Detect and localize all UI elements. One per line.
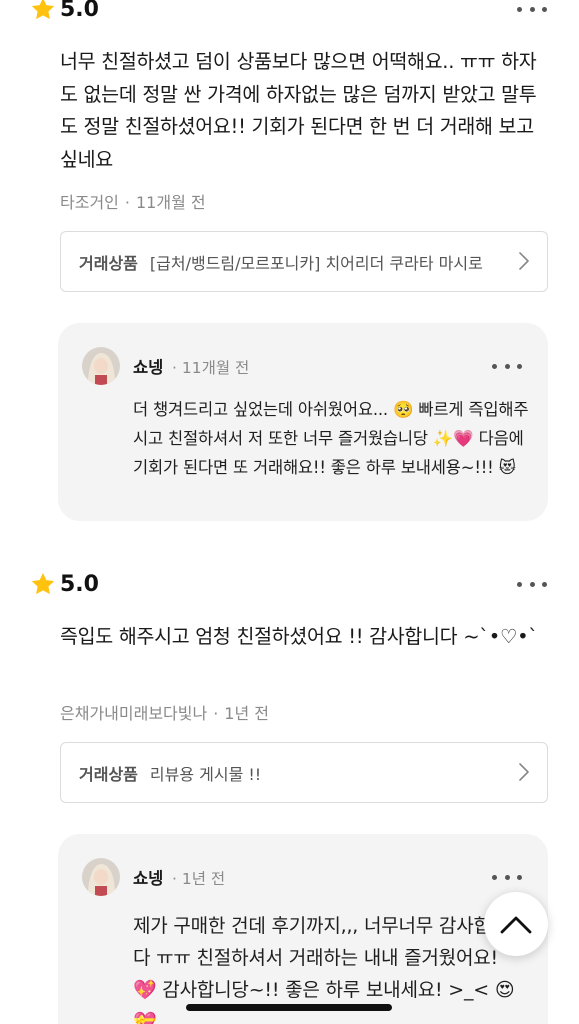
star-icon xyxy=(31,572,55,595)
scroll-to-top-button[interactable] xyxy=(484,892,548,956)
rating-row: 5.0 xyxy=(30,0,99,24)
more-dots-icon[interactable] xyxy=(492,872,522,882)
star-icon xyxy=(31,0,55,20)
seller-name: 쇼넹 xyxy=(133,358,164,377)
rating-row: 5.0 xyxy=(30,569,99,599)
review-author[interactable]: 은채가내미래보다빛나 xyxy=(60,704,207,723)
product-link[interactable]: 거래상품 리뷰용 게시물 !! xyxy=(60,742,548,803)
reply-time: · 1년 전 xyxy=(172,870,226,888)
chevron-up-icon xyxy=(500,916,532,934)
chevron-right-icon xyxy=(519,252,529,270)
more-dots-icon[interactable] xyxy=(517,4,547,14)
reply-time: · 11개월 전 xyxy=(172,359,250,377)
review-time: 1년 전 xyxy=(224,704,270,723)
product-label: 거래상품 xyxy=(79,253,138,273)
review-author[interactable]: 타조거인 xyxy=(60,193,119,212)
more-dots-icon[interactable] xyxy=(492,361,522,371)
review-text: 즉입도 해주시고 엄청 친절하셨어요 !! 감사합니다 ~`•♡•` xyxy=(60,625,538,648)
rating-value: 5.0 xyxy=(60,571,99,597)
more-dots-icon[interactable] xyxy=(517,579,547,589)
reviews-page: 5.0 너무 친절하셨고 덤이 상품보다 많으면 어떡해요.. ㅠㅠ 하자도 없… xyxy=(0,0,579,1024)
product-name: [급처/뱅드림/모르포니카] 치어리더 쿠라타 마시로 xyxy=(149,253,483,273)
review-meta: 은채가내미래보다빛나 · 1년 전 xyxy=(60,704,270,723)
product-link[interactable]: 거래상품 [급처/뱅드림/모르포니카] 치어리더 쿠라타 마시로 xyxy=(60,231,548,292)
seller-name: 쇼넹 xyxy=(133,869,164,888)
review-meta: 타조거인 · 11개월 전 xyxy=(60,193,206,212)
product-name: 리뷰용 게시물 !! xyxy=(149,764,262,784)
seller-reply: 쇼넹 · 11개월 전 더 챙겨드리고 싶었는데 아쉬웠어요... 🥺 빠르게 … xyxy=(58,323,548,521)
review-text: 너무 친절하셨고 덤이 상품보다 많으면 어떡해요.. ㅠㅠ 하자도 없는데 정… xyxy=(60,50,537,171)
rating-value: 5.0 xyxy=(60,0,99,22)
avatar[interactable] xyxy=(82,347,120,385)
product-label: 거래상품 xyxy=(79,764,138,784)
seller-reply: 쇼넹 · 1년 전 제가 구매한 건데 후기까지,,, 너무너무 감사합니다 ㅠ… xyxy=(58,834,548,1024)
chevron-right-icon xyxy=(519,763,529,781)
home-indicator xyxy=(186,1004,392,1011)
reply-text: 더 챙겨드리고 싶었는데 아쉬웠어요... 🥺 빠르게 즉입해주시고 친절하셔서… xyxy=(133,400,529,477)
avatar[interactable] xyxy=(82,858,120,896)
review-time: 11개월 전 xyxy=(135,193,206,212)
